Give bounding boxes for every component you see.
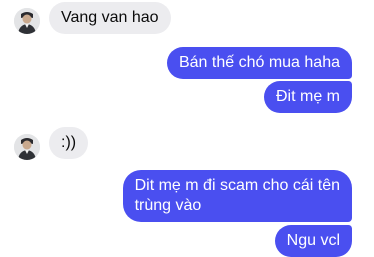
contact-avatar[interactable] xyxy=(14,8,40,34)
message-text: Đit mẹ m xyxy=(276,88,340,105)
person-avatar-icon xyxy=(14,134,40,160)
message-text: Ngu vcl xyxy=(286,232,340,249)
contact-avatar[interactable] xyxy=(14,134,40,160)
message-bubble-outgoing[interactable]: Ngu vcl xyxy=(274,225,352,257)
message-bubble-incoming[interactable]: :)) xyxy=(49,127,89,159)
message-text: :)) xyxy=(61,134,77,151)
message-bubble-incoming[interactable]: Vang van hao xyxy=(49,2,171,34)
message-text-line: Dit mẹ m đi scam cho cái tên xyxy=(134,177,340,194)
message-bubble-outgoing[interactable]: Đit mẹ m xyxy=(264,81,352,113)
message-text: Vang van hao xyxy=(61,9,159,26)
message-bubble-outgoing[interactable]: Bán thế chó mua haha xyxy=(166,47,352,79)
message-text-line: trùng vào xyxy=(134,197,202,214)
message-text: Bán thế chó mua haha xyxy=(178,54,340,71)
message-bubble-outgoing[interactable]: Dit mẹ m đi scam cho cái tên trùng vào xyxy=(122,170,352,222)
person-avatar-icon xyxy=(14,8,40,34)
